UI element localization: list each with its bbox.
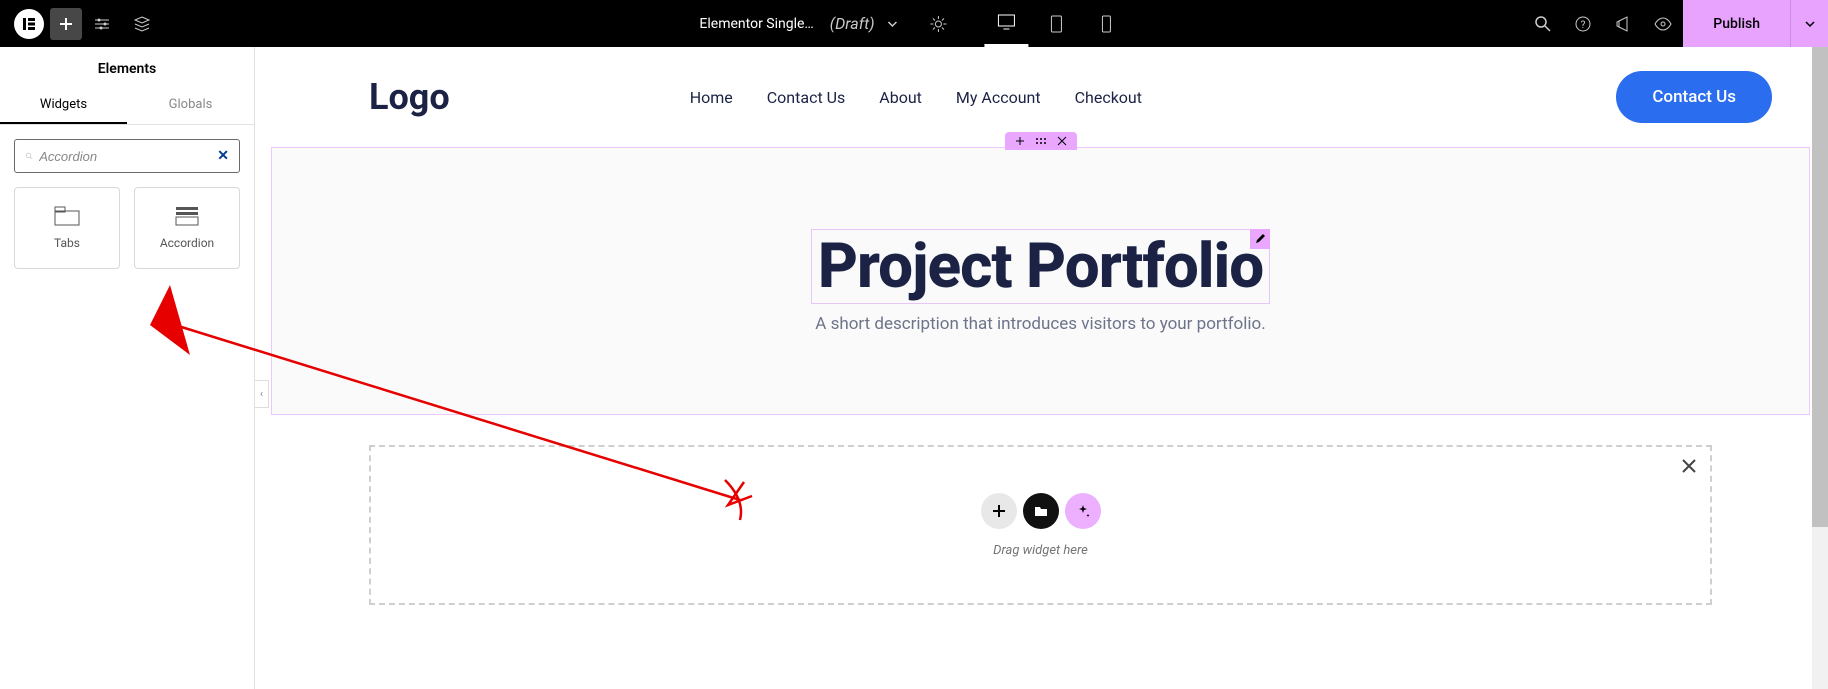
tablet-view-button[interactable] bbox=[1035, 0, 1079, 47]
nav-link[interactable]: About bbox=[879, 88, 922, 107]
section-add-button[interactable] bbox=[1015, 136, 1025, 146]
document-title[interactable]: Elementor Single… bbox=[699, 16, 813, 32]
document-status: (Draft) bbox=[830, 14, 875, 33]
panel-tabs: Widgets Globals bbox=[0, 87, 254, 125]
primary-nav: Home Contact Us About My Account Checkou… bbox=[690, 88, 1142, 107]
topbar-center: Elementor Single… (Draft) bbox=[699, 0, 1128, 47]
plus-icon bbox=[1015, 136, 1025, 146]
panel-collapse-handle[interactable]: ‹ bbox=[255, 380, 269, 408]
hero-section[interactable]: Project Portfolio A short description th… bbox=[271, 147, 1810, 415]
sliders-icon bbox=[93, 15, 111, 33]
site-settings-button[interactable] bbox=[82, 4, 122, 44]
widget-label: Accordion bbox=[160, 236, 214, 250]
edit-widget-button[interactable] bbox=[1250, 229, 1270, 249]
mobile-view-button[interactable] bbox=[1085, 0, 1129, 47]
section-drag-handle[interactable] bbox=[1035, 137, 1047, 145]
tab-globals[interactable]: Globals bbox=[127, 87, 254, 124]
svg-text:?: ? bbox=[1581, 20, 1586, 31]
widget-label: Tabs bbox=[54, 236, 80, 250]
template-library-button[interactable] bbox=[1023, 493, 1059, 529]
megaphone-icon bbox=[1614, 15, 1632, 33]
document-dropdown[interactable] bbox=[887, 18, 899, 30]
heading-widget[interactable]: Project Portfolio bbox=[811, 229, 1270, 304]
scrollbar-thumb[interactable] bbox=[1812, 47, 1828, 527]
eye-icon bbox=[1653, 17, 1673, 31]
elements-panel: Elements Widgets Globals ✕ Tabs Accordio… bbox=[0, 47, 255, 689]
tablet-icon bbox=[1050, 15, 1064, 33]
header-cta-button[interactable]: Contact Us bbox=[1616, 71, 1772, 123]
editor-canvas: Logo Home Contact Us About My Account Ch… bbox=[269, 47, 1812, 689]
plus-icon bbox=[992, 504, 1006, 518]
widget-search-input[interactable] bbox=[39, 149, 217, 164]
search-icon bbox=[1534, 15, 1552, 33]
publish-button[interactable]: Publish bbox=[1683, 0, 1790, 47]
site-logo-text[interactable]: Logo bbox=[369, 76, 450, 118]
topbar-right: ? Publish bbox=[1523, 0, 1828, 47]
nav-link[interactable]: My Account bbox=[956, 88, 1041, 107]
widget-accordion[interactable]: Accordion bbox=[134, 187, 240, 269]
sparkle-icon bbox=[1076, 504, 1090, 518]
gear-icon bbox=[930, 15, 948, 33]
nav-link[interactable]: Checkout bbox=[1075, 88, 1142, 107]
topbar-left bbox=[0, 4, 162, 44]
vertical-scrollbar[interactable] bbox=[1812, 47, 1828, 689]
hero-subtitle: A short description that introduces visi… bbox=[815, 314, 1265, 334]
chevron-down-icon bbox=[1804, 18, 1816, 30]
layers-icon bbox=[133, 15, 151, 33]
elementor-logo[interactable] bbox=[14, 9, 44, 39]
section-delete-button[interactable] bbox=[1057, 136, 1067, 146]
nav-link[interactable]: Home bbox=[690, 88, 733, 107]
nav-link[interactable]: Contact Us bbox=[767, 88, 846, 107]
tab-widgets[interactable]: Widgets bbox=[0, 87, 127, 124]
dropzone-close-button[interactable] bbox=[1680, 457, 1698, 475]
grip-icon bbox=[1035, 137, 1047, 145]
widget-dropzone[interactable]: Drag widget here bbox=[369, 445, 1712, 605]
dropzone-actions bbox=[981, 493, 1101, 529]
folder-icon bbox=[1034, 505, 1048, 517]
close-icon bbox=[1057, 136, 1067, 146]
search-icon bbox=[25, 149, 33, 163]
accordion-icon bbox=[174, 206, 200, 226]
publish-options-button[interactable] bbox=[1790, 0, 1828, 47]
plus-icon bbox=[58, 16, 74, 32]
help-icon: ? bbox=[1574, 15, 1592, 33]
finder-button[interactable] bbox=[1523, 4, 1563, 44]
chevron-down-icon bbox=[887, 18, 899, 30]
desktop-view-button[interactable] bbox=[985, 0, 1029, 47]
mobile-icon bbox=[1101, 15, 1113, 33]
close-icon bbox=[1680, 457, 1698, 475]
hero-title: Project Portfolio bbox=[812, 230, 1269, 303]
add-widget-button[interactable] bbox=[981, 493, 1017, 529]
structure-button[interactable] bbox=[122, 4, 162, 44]
panel-title: Elements bbox=[0, 47, 254, 87]
desktop-icon bbox=[997, 13, 1017, 31]
ai-generate-button[interactable] bbox=[1065, 493, 1101, 529]
preview-button[interactable] bbox=[1643, 4, 1683, 44]
responsive-devices bbox=[985, 0, 1129, 47]
tabs-icon bbox=[54, 206, 80, 226]
pencil-icon bbox=[1255, 233, 1266, 244]
search-clear-button[interactable]: ✕ bbox=[217, 148, 229, 164]
section-controls bbox=[1005, 132, 1077, 150]
widget-tabs[interactable]: Tabs bbox=[14, 187, 120, 269]
widget-search[interactable]: ✕ bbox=[14, 139, 240, 173]
top-toolbar: Elementor Single… (Draft) ? bbox=[0, 0, 1828, 47]
whats-new-button[interactable] bbox=[1603, 4, 1643, 44]
widget-results: Tabs Accordion bbox=[0, 187, 254, 269]
page-settings-button[interactable] bbox=[919, 4, 959, 44]
dropzone-hint: Drag widget here bbox=[993, 543, 1088, 558]
help-button[interactable]: ? bbox=[1563, 4, 1603, 44]
add-element-button[interactable] bbox=[50, 8, 82, 40]
